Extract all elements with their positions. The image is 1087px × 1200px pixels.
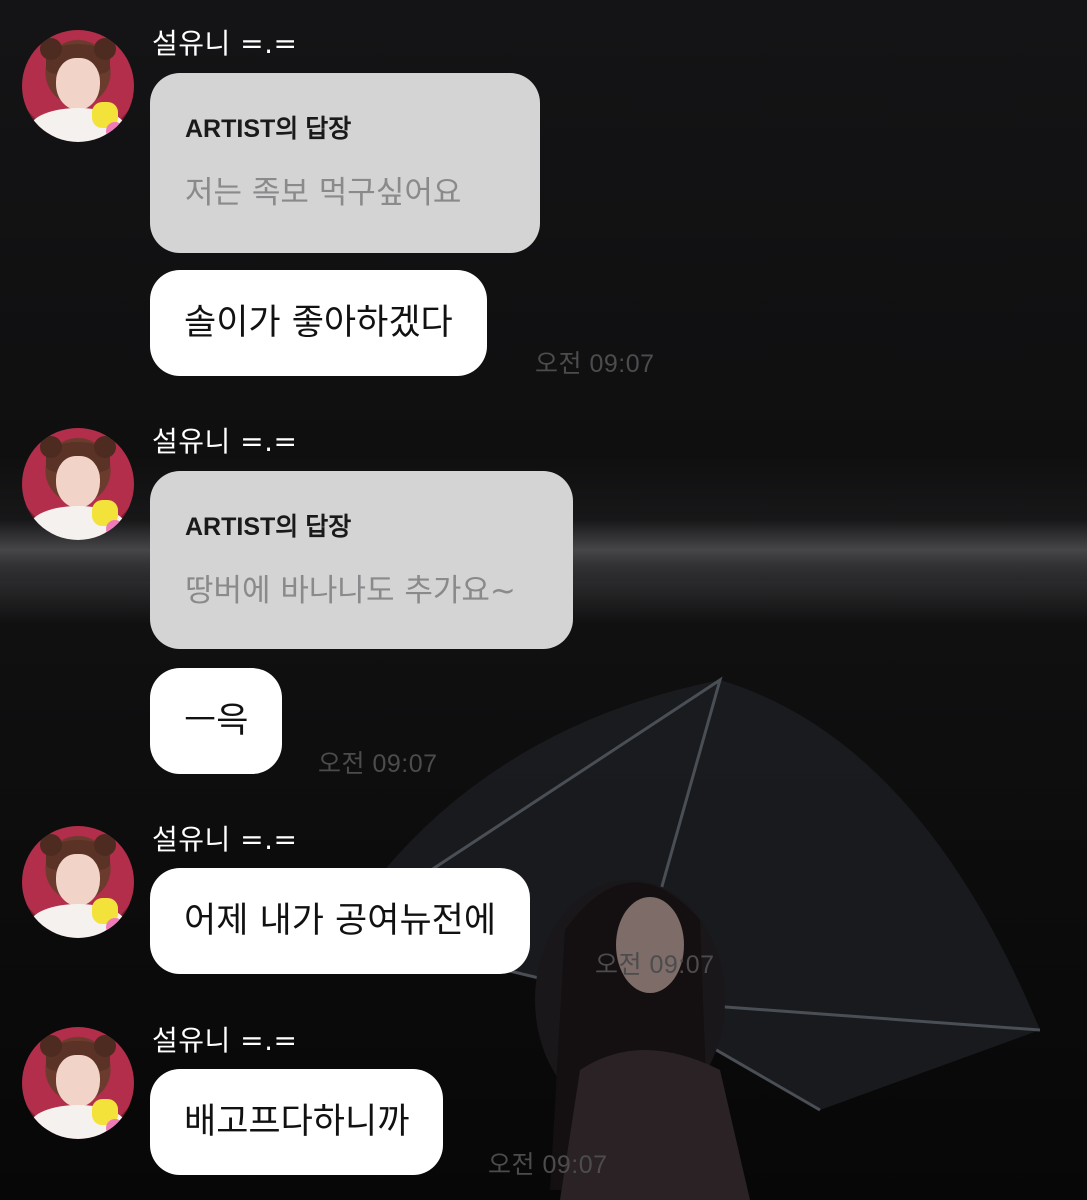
message-bubble[interactable]: ㅡ윽 — [150, 668, 283, 774]
reply-title: ARTIST의 답장 — [185, 513, 352, 541]
message-timestamp: 오전 09:07 — [535, 350, 655, 378]
avatar-toy — [106, 122, 124, 140]
avatar-hair-bun — [40, 1035, 62, 1057]
sender-avatar[interactable] — [22, 30, 134, 142]
sender-name: 설유니 =.= — [152, 1024, 298, 1057]
artist-reply-card[interactable]: ARTIST의 답장 땅버에 바나나도 추가요~ — [150, 471, 573, 649]
avatar-face — [56, 1055, 100, 1107]
avatar-hair-bun — [40, 436, 62, 458]
avatar-hair-bun — [94, 38, 116, 60]
avatar-hair-bun — [94, 436, 116, 458]
avatar-hair-bun — [94, 1035, 116, 1057]
message-bubble[interactable]: 배고프다하니까 — [150, 1069, 444, 1175]
avatar-toy — [106, 520, 124, 538]
reply-quoted-text: 저는 족보 먹구싶어요 — [185, 175, 462, 211]
avatar-toy — [106, 1119, 124, 1137]
sender-name: 설유니 =.= — [152, 823, 298, 856]
reply-title: ARTIST의 답장 — [185, 115, 352, 143]
sender-avatar[interactable] — [22, 1027, 134, 1139]
avatar-face — [56, 58, 100, 110]
avatar-hair-bun — [94, 834, 116, 856]
artist-reply-card[interactable]: ARTIST의 답장 저는 족보 먹구싶어요 — [150, 73, 540, 253]
avatar-toy — [106, 918, 124, 936]
message-timestamp: 오전 09:07 — [595, 951, 715, 979]
sender-avatar[interactable] — [22, 826, 134, 938]
avatar-face — [56, 854, 100, 906]
avatar-hair-bun — [40, 38, 62, 60]
avatar-hair-bun — [40, 834, 62, 856]
sender-avatar[interactable] — [22, 428, 134, 540]
sender-name: 설유니 =.= — [152, 27, 298, 60]
message-bubble[interactable]: 어제 내가 공여뉴전에 — [150, 868, 531, 974]
message-timestamp: 오전 09:07 — [488, 1151, 608, 1179]
message-bubble[interactable]: 솔이가 좋아하겠다 — [150, 270, 487, 376]
sender-name: 설유니 =.= — [152, 425, 298, 458]
reply-quoted-text: 땅버에 바나나도 추가요~ — [185, 573, 516, 609]
avatar-face — [56, 456, 100, 508]
message-timestamp: 오전 09:07 — [318, 750, 438, 778]
